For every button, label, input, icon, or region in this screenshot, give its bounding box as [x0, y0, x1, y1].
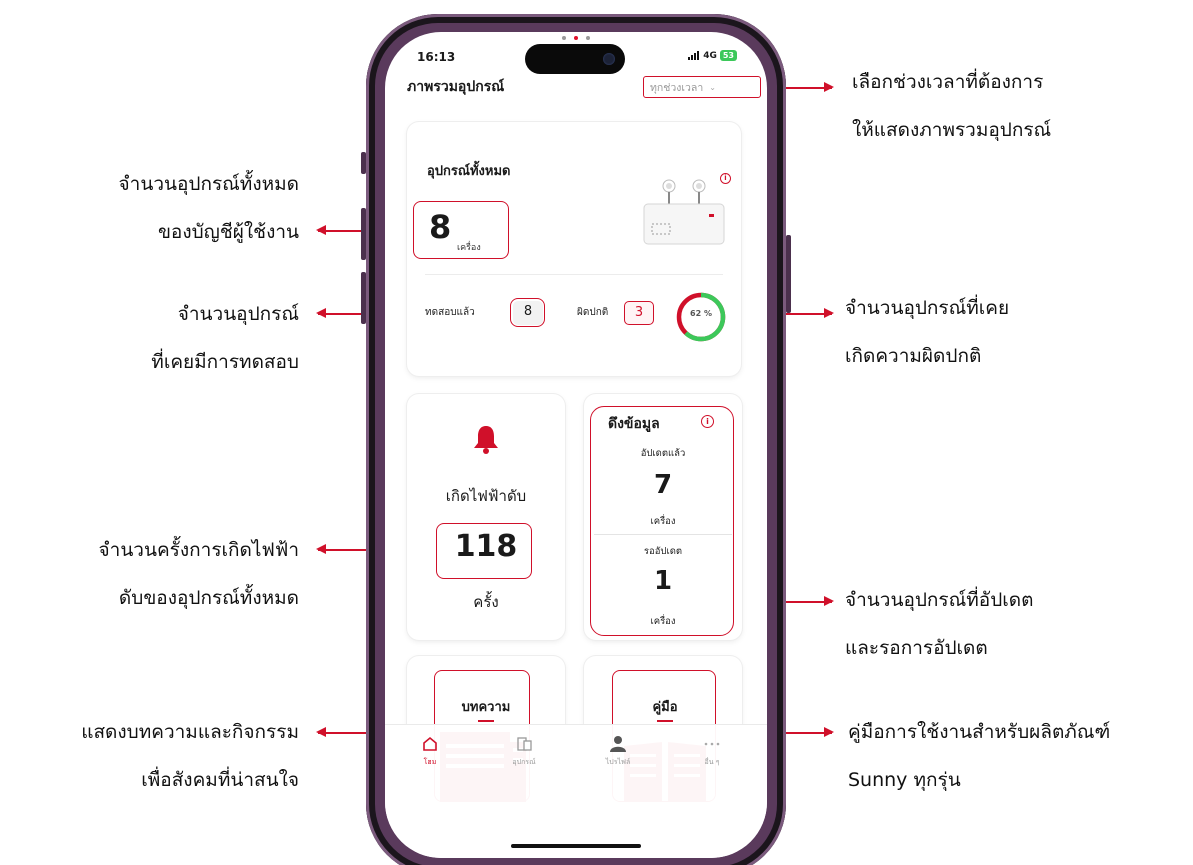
tab-devices[interactable]: อุปกรณ์ [494, 735, 554, 768]
phone-screen: 16:13 4G 53 ภาพรวมอุปกรณ์ ทุกช่วงเวลา ⌄ … [385, 32, 767, 858]
annotation-text: เกิดความผิดปกติ [845, 345, 982, 367]
profile-icon [610, 736, 626, 752]
camera-dots [562, 36, 590, 40]
manual-title: คู่มือ [652, 700, 678, 715]
status-time: 16:13 [417, 50, 456, 64]
article-title: บทความ [461, 700, 511, 715]
phone-power-button [786, 235, 791, 313]
status-indicators: 4G 53 [688, 50, 737, 61]
tab-label: อุปกรณ์ [512, 758, 536, 766]
annotation-text: ดับของอุปกรณ์ทั้งหมด [118, 587, 299, 609]
info-icon[interactable]: i [701, 415, 714, 428]
annotation-time-range: เลือกช่วงเวลาที่ต้องการ ให้แสดงภาพรวมอุป… [852, 58, 1051, 154]
annotation-text: ของบัญชีผู้ใช้งาน [157, 221, 299, 243]
outage-label: เกิดไฟฟ้าดับ [445, 487, 527, 505]
total-devices-title: อุปกรณ์ทั้งหมด [427, 164, 511, 179]
bottom-tab-bar: โฮม อุปกรณ์ ไปรไฟล์ อื่น ๆ [385, 724, 767, 858]
time-range-value: ทุกช่วงเวลา [650, 81, 704, 94]
annotation-text: และรอการอัปเดต [845, 637, 988, 659]
dynamic-island [525, 44, 625, 74]
pull-data-card[interactable]: ดึงข้อมูล i อัปเดตแล้ว 7 เครื่อง รออัปเด… [584, 394, 742, 640]
total-devices-unit: เครื่อง [457, 243, 481, 253]
outage-unit: ครั้ง [473, 593, 499, 611]
annotation-text: จำนวนอุปกรณ์ที่อัปเดต [845, 589, 1034, 611]
annotation-text: จำนวนอุปกรณ์ทั้งหมด [118, 173, 299, 195]
time-range-select[interactable]: ทุกช่วงเวลา ⌄ [643, 76, 761, 98]
gauge-percent: 62 % [690, 309, 712, 318]
abnormal-label: ผิดปกติ [577, 307, 609, 318]
tab-more[interactable]: อื่น ๆ [682, 735, 742, 768]
tested-label: ทดสอบแล้ว [425, 307, 475, 318]
tab-label: อื่น ๆ [704, 758, 720, 766]
total-devices-card[interactable]: อุปกรณ์ทั้งหมด i 8 เครื่อง ทดสอบแล้ว 8 ผ… [407, 122, 741, 376]
tab-home[interactable]: โฮม [400, 735, 460, 768]
outage-count: 118 [454, 529, 518, 564]
tab-label: โฮม [423, 758, 437, 766]
pull-data-divider [594, 534, 732, 535]
outage-card[interactable]: เกิดไฟฟ้าดับ 118 ครั้ง [407, 394, 565, 640]
title-underline [478, 720, 494, 722]
page-title: ภาพรวมอุปกรณ์ [407, 79, 505, 95]
total-devices-count: 8 [429, 208, 452, 246]
chevron-down-icon: ⌄ [709, 82, 716, 92]
updated-label: อัปเดตแล้ว [640, 448, 686, 459]
title-underline [657, 720, 673, 722]
network-type: 4G [703, 50, 717, 61]
home-indicator[interactable] [511, 844, 641, 848]
pending-label: รออัปเดต [643, 546, 683, 557]
annotation-total-devices: จำนวนอุปกรณ์ทั้งหมด ของบัญชีผู้ใช้งาน [119, 160, 299, 256]
annotation-text: แสดงบทความและกิจกรรม [81, 721, 299, 743]
device-icon [517, 737, 532, 751]
updated-unit: เครื่อง [650, 516, 676, 527]
annotation-articles: แสดงบทความและกิจกรรม เพื่อสังคมที่น่าสนใ… [81, 708, 299, 804]
device-image [643, 179, 725, 245]
annotation-text: คู่มือการใช้งานสำหรับผลิตภัณฑ์ [848, 721, 1111, 743]
annotation-text: Sunny ทุกรุ่น [848, 769, 961, 791]
abnormal-count: 3 [624, 301, 654, 325]
pending-unit: เครื่อง [650, 616, 676, 627]
battery-icon: 53 [719, 50, 737, 61]
annotation-text: จำนวนอุปกรณ์ที่เคย [845, 297, 1010, 319]
signal-icon [688, 51, 700, 60]
annotation-abnormal-devices: จำนวนอุปกรณ์ที่เคย เกิดความผิดปกติ [845, 284, 1009, 380]
card-divider [425, 274, 723, 275]
annotation-manual: คู่มือการใช้งานสำหรับผลิตภัณฑ์ Sunny ทุก… [848, 708, 1110, 804]
annotation-text: ให้แสดงภาพรวมอุปกรณ์ [852, 119, 1052, 141]
annotation-outage-count: จำนวนครั้งการเกิดไฟฟ้า ดับของอุปกรณ์ทั้ง… [99, 526, 299, 622]
annotation-text: เพื่อสังคมที่น่าสนใจ [141, 769, 299, 791]
tab-profile[interactable]: ไปรไฟล์ [588, 735, 648, 768]
bell-icon [474, 426, 498, 454]
annotation-text: เลือกช่วงเวลาที่ต้องการ [852, 71, 1044, 93]
annotation-update-status: จำนวนอุปกรณ์ที่อัปเดต และรอการอัปเดต [845, 576, 1033, 672]
home-icon [423, 736, 437, 751]
tested-count: 8 [513, 301, 543, 325]
more-icon [704, 742, 720, 746]
updated-count: 7 [653, 470, 673, 500]
pull-data-title: ดึงข้อมูล [608, 416, 660, 432]
pending-count: 1 [653, 566, 673, 596]
annotation-tested-devices: จำนวนอุปกรณ์ ที่เคยมีการทดสอบ [151, 290, 299, 386]
tab-label: ไปรไฟล์ [605, 758, 631, 766]
annotation-text: จำนวนอุปกรณ์ [177, 303, 299, 325]
annotation-text: ที่เคยมีการทดสอบ [151, 351, 299, 373]
annotation-text: จำนวนครั้งการเกิดไฟฟ้า [98, 539, 299, 561]
